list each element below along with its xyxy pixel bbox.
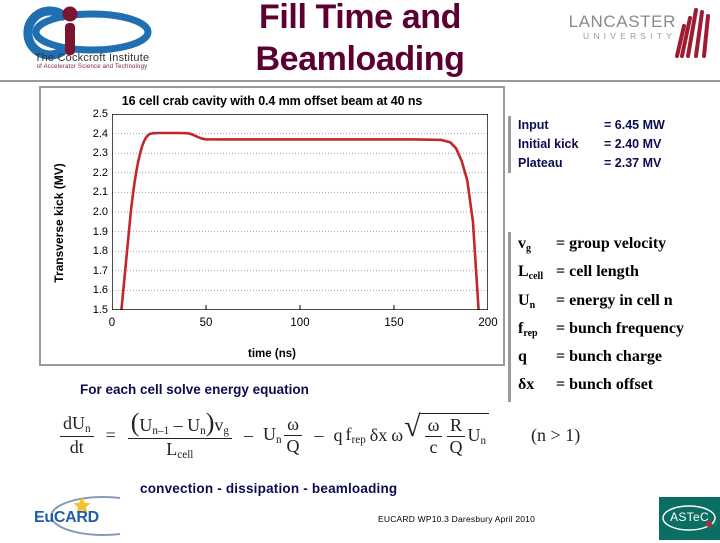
symbol-description: = group velocity	[556, 235, 667, 252]
beamloading-offset: δx	[369, 424, 388, 445]
astec-logo: ASTeC	[659, 497, 720, 540]
results-summary: Input = 6.45 MW Initial kick = 2.40 MV P…	[508, 116, 714, 173]
symbol-token: vg	[518, 235, 531, 254]
energy-equation: dUn dt = (Un–1 – Un)vg Lcell – Un ω Q – …	[58, 405, 698, 465]
chart-y-tick-label: 1.9	[92, 225, 108, 238]
symbol-token: frep	[518, 319, 538, 339]
astec-wordmark: ASTeC	[670, 510, 709, 524]
beamloading-charge: q	[333, 424, 343, 445]
result-value: = 2.37 MV	[604, 156, 662, 170]
radical-sign: √	[404, 409, 421, 443]
chart-x-tick-label: 200	[478, 317, 498, 329]
chart-y-tick-label: 2.2	[92, 166, 108, 179]
lancaster-university-sub: UNIVERSITY	[582, 31, 676, 41]
symbol-description: = energy in cell n	[556, 291, 673, 309]
symbol-row: δx = bunch offset	[518, 373, 718, 401]
symbol-definitions: vg = group velocity Lcell = cell length …	[508, 232, 718, 402]
symbol-row: frep = bunch frequency	[518, 317, 718, 345]
radical-energy: Un	[467, 424, 487, 448]
chart-y-tick-label: 1.7	[92, 264, 108, 277]
chart-y-tick-label: 1.5	[92, 304, 108, 316]
eucard-wordmark: EuCARD	[34, 509, 99, 526]
symbol-row: Lcell = cell length	[518, 260, 718, 288]
equation-lhs: dUn dt	[60, 413, 94, 458]
radical-den-1: c	[429, 436, 438, 457]
dissipation-fraction: ω Q	[284, 414, 303, 456]
footer-note: EUCARD WP10.3 Daresbury April 2010	[378, 514, 536, 524]
equation-equals: =	[105, 424, 116, 445]
symbol-row: Un = energy in cell n	[518, 289, 718, 317]
dissipation-energy: Un	[262, 423, 282, 447]
chart-x-tick-label: 100	[290, 317, 310, 329]
result-label: Initial kick	[518, 137, 579, 151]
symbol-token: Lcell	[518, 263, 544, 283]
symbol-row: vg = group velocity	[518, 232, 718, 260]
result-row: Initial kick = 2.40 MV	[518, 135, 714, 154]
chart-x-tick-label: 50	[199, 317, 213, 329]
chart-plot-area: 1.5 1.6 1.7 1.8 1.9 2.0 2.1 2.2 2.3 2.4 2.5 0 50 100…	[93, 108, 498, 329]
radical-den-2: Q	[449, 436, 463, 457]
equation-dissipation-term: Un ω Q	[263, 414, 305, 456]
result-value: = 6.45 MW	[604, 118, 665, 132]
beamloading-frequency: frep	[345, 423, 366, 447]
chart-tick-marks	[111, 305, 489, 310]
lancaster-university-name: LANCASTER	[568, 12, 676, 31]
chart-title: 16 cell crab cavity with 0.4 mm offset b…	[121, 94, 423, 108]
equation-terms-label: convection - dissipation - beamloading	[140, 481, 398, 496]
equation-minus-1: –	[243, 424, 253, 445]
header-divider	[0, 80, 720, 82]
convection-numerator: (Un–1 – Un)vg	[127, 408, 232, 439]
equation-minus-2: –	[314, 424, 324, 445]
dissipation-numerator: ω	[284, 414, 302, 436]
beamloading-radical: √ ω c R Q Un	[404, 409, 490, 457]
beamloading-omega: ω	[391, 424, 404, 445]
chart-series-line	[120, 131, 480, 312]
equation-condition: (n > 1)	[531, 424, 581, 445]
symbol-token: q	[518, 348, 527, 366]
result-row: Plateau = 2.37 MV	[518, 154, 714, 173]
result-value: = 2.40 MV	[604, 137, 662, 151]
equation-beamloading-term: q frep δx ω √ ω c R Q Un	[333, 409, 490, 457]
symbol-token: Un	[518, 291, 536, 311]
result-label: Plateau	[518, 156, 563, 170]
radical-fraction-2: R Q	[446, 415, 465, 457]
cockcroft-institute-name: The Cockcroft Institute	[34, 52, 150, 64]
symbol-token: δx	[518, 376, 535, 394]
cockcroft-institute-tagline: of Accelerator Science and Technology	[36, 64, 148, 70]
chart-x-tick-label: 150	[384, 317, 404, 329]
chart-y-tick-label: 2.3	[92, 147, 108, 160]
chart-y-tick-label: 2.4	[92, 127, 108, 140]
dissipation-denominator: Q	[286, 435, 300, 456]
equation-lhs-numerator: dUn	[60, 413, 94, 437]
chart-y-tick-label: 2.1	[92, 186, 108, 199]
radical-num-2: R	[446, 415, 465, 437]
page-title: Fill Time and Beamloading	[255, 0, 465, 78]
chart-y-tick-label: 1.6	[92, 284, 108, 297]
chart-panel: 16 cell crab cavity with 0.4 mm offset b…	[39, 86, 505, 366]
symbol-description: = cell length	[556, 263, 639, 281]
chart-canvas	[111, 113, 489, 312]
convection-denominator: Lcell	[166, 439, 194, 462]
symbol-row: q = bunch charge	[518, 345, 718, 373]
chart-y-tick-label: 1.8	[92, 245, 108, 258]
chart-y-tick-label: 2.5	[92, 108, 108, 120]
chart-y-axis-label: Transverse kick (MV)	[52, 163, 66, 283]
result-row: Input = 6.45 MW	[518, 116, 714, 135]
symbol-description: = bunch offset	[556, 376, 654, 394]
result-label: Input	[518, 118, 549, 132]
chart-y-tick-label: 2.0	[92, 206, 108, 218]
chart-x-axis-label: time (ns)	[248, 348, 296, 360]
chart-x-tick-label: 0	[108, 317, 116, 329]
equation-lhs-denominator: dt	[69, 436, 84, 457]
radical-fraction-1: ω c	[424, 415, 443, 457]
symbol-description: = bunch charge	[556, 348, 663, 366]
radical-num-1: ω	[424, 415, 443, 437]
radical-body: ω c R Q Un	[419, 412, 490, 457]
solve-energy-equation-label: For each cell solve energy equation	[80, 382, 309, 397]
equation-convection-term: (Un–1 – Un)vg Lcell	[127, 408, 232, 462]
chart-gridlines	[112, 133, 488, 291]
symbol-description: = bunch frequency	[556, 319, 684, 337]
